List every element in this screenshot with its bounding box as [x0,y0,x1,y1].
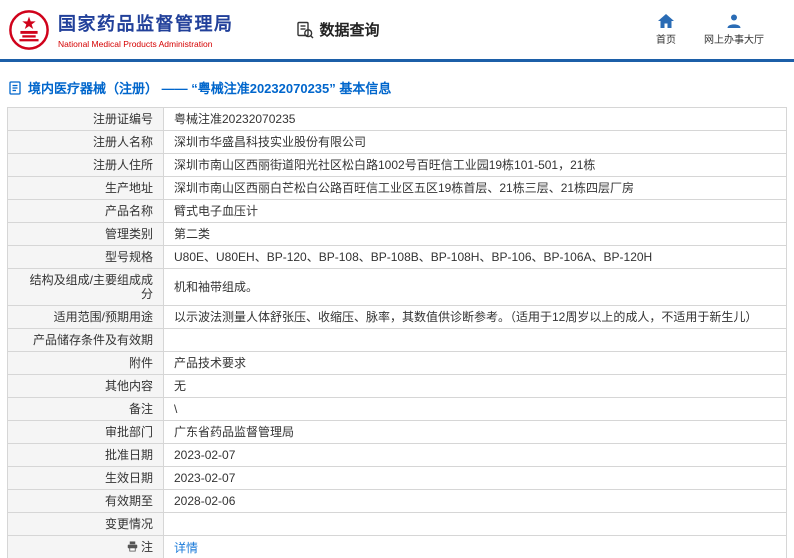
row-value: 第二类 [163,222,787,246]
breadcrumb: 境内医疗器械（注册） —— “粤械注准20232070235” 基本信息 [0,62,794,107]
row-value: U80E、U80EH、BP-120、BP-108、BP-108B、BP-108H… [163,245,787,269]
registration-info-table: 注册证编号 粤械注准20232070235 注册人名称 深圳市华盛昌科技实业股份有限公… [7,107,787,558]
row-label-text: 审批部门 [104,425,153,439]
row-value: 广东省药品监督管理局 [163,420,787,444]
row-label: 变更情况 [7,512,164,536]
row-label: 产品名称 [7,199,164,223]
table-row: 变更情况 [7,512,787,536]
person-icon [727,14,741,28]
row-value: 深圳市南山区西丽白芒松白公路百旺信工业区五区19栋首层、21栋三层、21栋四层厂… [163,176,787,200]
site-title: 国家药品监督管理局 National Medical Products Admi… [58,10,234,49]
site-header: 国家药品监督管理局 National Medical Products Admi… [0,0,794,62]
table-row: 注册证编号 粤械注准20232070235 [7,107,787,131]
row-value: 以示波法测量人体舒张压、收缩压、脉率，其数值供诊断参考。（适用于12周岁以上的成… [163,305,787,329]
row-label: 型号规格 [7,245,164,269]
row-label-text: 注册人名称 [92,135,153,149]
row-value: \ [163,397,787,421]
row-label-text: 注册证编号 [92,112,153,126]
row-label-text: 有效期至 [104,494,153,508]
detail-link[interactable]: 详情 [174,541,198,555]
row-label: 生效日期 [7,466,164,490]
table-row: 附件 产品技术要求 [7,351,787,375]
row-value: 2023-02-07 [163,466,787,490]
table-row: 备注 \ [7,397,787,421]
note-icon [127,541,138,555]
row-value: 臂式电子血压计 [163,199,787,223]
table-row: 注 详情 [7,535,787,558]
document-icon [8,80,22,95]
table-row: 生产地址 深圳市南山区西丽白芒松白公路百旺信工业区五区19栋首层、21栋三层、21… [7,176,787,200]
table-row: 适用范围/预期用途 以示波法测量人体舒张压、收缩压、脉率，其数值供诊断参考。（适用… [7,305,787,329]
row-label: 批准日期 [7,443,164,467]
table-row: 产品名称 臂式电子血压计 [7,199,787,223]
row-label: 管理类别 [7,222,164,246]
table-row: 生效日期 2023-02-07 [7,466,787,490]
row-value: 2028-02-06 [163,489,787,513]
row-label: 备注 [7,397,164,421]
row-label-text: 生产地址 [104,181,153,195]
org-name-cn: 国家药品监督管理局 [58,14,234,34]
info-table-body: 注册证编号 粤械注准20232070235 注册人名称 深圳市华盛昌科技实业股份有限公… [7,107,787,558]
row-value: 产品技术要求 [163,351,787,375]
row-label-text: 备注 [128,402,153,416]
row-label: 结构及组成/主要组成成分 [7,268,164,306]
data-query-label: 数据查询 [319,22,380,39]
row-label-text: 其他内容 [104,379,153,393]
org-name-en: National Medical Products Administration [58,39,213,49]
table-row: 注册人住所 深圳市南山区西丽街道阳光社区松白路1002号百旺信工业园19栋101-… [7,153,787,177]
row-label: 注册证编号 [7,107,164,131]
table-row: 注册人名称 深圳市华盛昌科技实业股份有限公司 [7,130,787,154]
row-label-text: 附件 [128,356,153,370]
row-label: 注册人住所 [7,153,164,177]
row-value: 机和袖带组成。 [163,268,787,306]
row-label: 生产地址 [7,176,164,200]
service-hall-label: 网上办事大厅 [704,34,764,46]
data-query-icon [296,21,314,39]
row-label-text: 注册人住所 [92,158,153,172]
row-label-text: 产品储存条件及有效期 [32,333,153,347]
row-label: 注册人名称 [7,130,164,154]
row-label-text: 管理类别 [104,227,153,241]
row-label: 有效期至 [7,489,164,513]
table-row: 有效期至 2028-02-06 [7,489,787,513]
row-label: 其他内容 [7,374,164,398]
row-label-text: 产品名称 [104,204,153,218]
row-value: 2023-02-07 [163,443,787,467]
table-row: 审批部门 广东省药品监督管理局 [7,420,787,444]
site-logo: 国家药品监督管理局 National Medical Products Admi… [8,9,234,51]
table-row: 批准日期 2023-02-07 [7,443,787,467]
nav-home[interactable]: 首页 [656,13,676,46]
row-value: 粤械注准20232070235 [163,107,787,131]
row-value [163,512,787,536]
row-label-text: 变更情况 [104,517,153,531]
row-value [163,328,787,352]
table-row: 结构及组成/主要组成成分 机和袖带组成。 [7,268,787,306]
row-label: 附件 [7,351,164,375]
row-label-text: 型号规格 [104,250,153,264]
row-label-text: 注 [140,540,153,554]
row-label-text: 批准日期 [104,448,153,462]
row-label-text: 结构及组成/主要组成成分 [29,273,153,301]
row-value: 无 [163,374,787,398]
header-quick-links: 首页 网上办事大厅 [656,13,764,46]
page-title: 境内医疗器械（注册） —— “粤械注准20232070235” 基本信息 [28,81,392,96]
table-row: 其他内容无 [7,374,787,398]
row-value: 深圳市南山区西丽街道阳光社区松白路1002号百旺信工业园19栋101-501，2… [163,153,787,177]
nav-data-query[interactable]: 数据查询 [296,19,380,40]
row-label-text: 生效日期 [104,471,153,485]
row-label: 审批部门 [7,420,164,444]
table-row: 管理类别 第二类 [7,222,787,246]
row-label: 适用范围/预期用途 [7,305,164,329]
table-row: 型号规格 U80E、U80EH、BP-120、BP-108、BP-108B、BP-… [7,245,787,269]
row-value: 详情 [163,535,787,558]
home-label: 首页 [656,34,676,46]
nav-service-hall[interactable]: 网上办事大厅 [704,14,764,46]
nmpa-emblem-icon [8,9,50,51]
row-value: 深圳市华盛昌科技实业股份有限公司 [163,130,787,154]
home-icon [658,13,674,28]
table-row: 产品储存条件及有效期 [7,328,787,352]
row-label: 注 [7,535,164,558]
row-label: 产品储存条件及有效期 [7,328,164,352]
row-label-text: 适用范围/预期用途 [53,310,153,324]
